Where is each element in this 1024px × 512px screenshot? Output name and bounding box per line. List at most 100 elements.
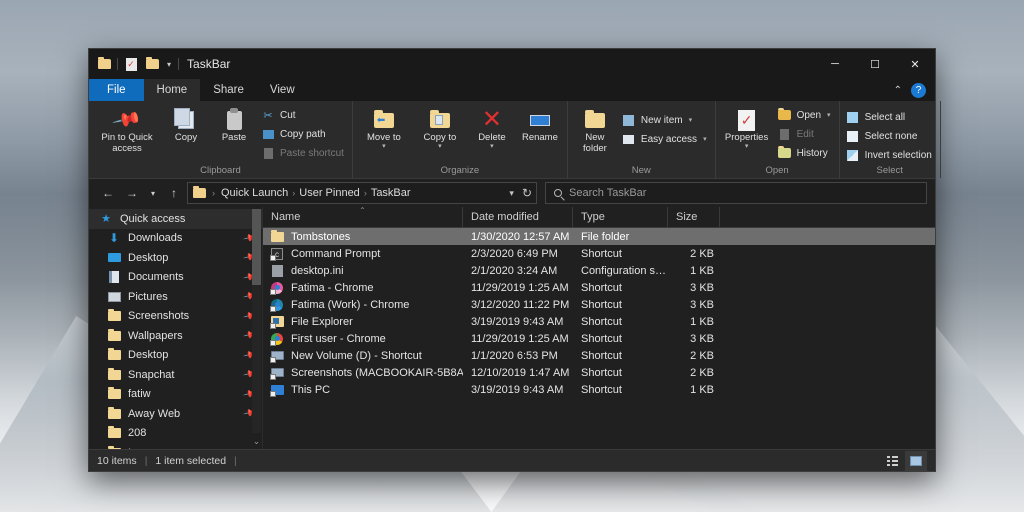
column-header-name[interactable]: ⌃ Name <box>263 207 463 227</box>
quick-access-toolbar[interactable]: ▾ <box>96 56 179 72</box>
chevron-down-icon[interactable]: ▾ <box>490 144 494 150</box>
table-row[interactable]: Fatima (Work) - Chrome 3/12/2020 11:22 P… <box>263 296 935 313</box>
forward-button[interactable]: → <box>121 182 143 204</box>
recent-locations-button[interactable]: ▾ <box>145 182 161 204</box>
chevron-down-icon[interactable]: ▾ <box>382 144 386 150</box>
sidebar-scrollbar[interactable] <box>252 209 261 433</box>
sidebar-item-snapchat[interactable]: Snapchat 📌 <box>89 365 262 385</box>
close-button[interactable]: ✕ <box>895 49 935 79</box>
scrollbar-thumb[interactable] <box>252 209 261 285</box>
sidebar-item-documents[interactable]: Documents 📌 <box>89 268 262 288</box>
file-name: desktop.ini <box>291 265 344 277</box>
select-none-button[interactable]: Select none <box>844 128 936 144</box>
rename-button[interactable]: Rename <box>517 104 563 147</box>
tab-home[interactable]: Home <box>144 79 201 101</box>
folder-icon[interactable] <box>96 56 112 72</box>
column-header-size[interactable]: Size <box>668 207 720 227</box>
properties-icon[interactable] <box>123 56 139 72</box>
refresh-icon[interactable]: ↻ <box>522 186 532 200</box>
copy-to-button[interactable]: Copy to ▾ <box>413 104 467 153</box>
tab-file[interactable]: File <box>89 79 144 101</box>
collapse-ribbon-icon[interactable]: ⌃ <box>894 85 902 96</box>
chevron-down-icon[interactable]: ▾ <box>689 116 693 124</box>
chevron-down-icon[interactable]: ▾ <box>165 60 173 69</box>
column-header-date-modified[interactable]: Date modified <box>463 207 573 227</box>
select-none-icon <box>846 129 860 143</box>
paste-button[interactable]: Paste <box>211 104 257 147</box>
sidebar-item-quick-access[interactable]: ★ Quick access <box>89 209 262 229</box>
new-folder-button[interactable]: New folder <box>572 104 618 157</box>
chevron-down-icon[interactable]: ▾ <box>438 144 442 150</box>
file-name-cell: desktop.ini <box>263 264 463 278</box>
breadcrumb-item-quick-launch[interactable]: Quick Launch <box>221 187 288 199</box>
status-bar: 10 items | 1 item selected | <box>89 449 935 471</box>
sidebar-item-desktop-2[interactable]: Desktop 📌 <box>89 346 262 366</box>
scroll-down-icon[interactable]: ⌄ <box>251 434 262 449</box>
title-bar[interactable]: ▾ TaskBar ─ ☐ ✕ <box>89 49 935 79</box>
move-to-button[interactable]: ⬅ Move to ▾ <box>357 104 411 153</box>
paste-shortcut-button[interactable]: Paste shortcut <box>259 145 348 161</box>
breadcrumb-item-taskbar[interactable]: TaskBar <box>371 187 411 199</box>
tab-view[interactable]: View <box>257 79 308 101</box>
history-button[interactable]: History <box>776 145 835 161</box>
table-row[interactable]: Fatima - Chrome 11/29/2019 1:25 AM Short… <box>263 279 935 296</box>
file-name: Tombstones <box>291 231 350 243</box>
invert-selection-button[interactable]: Invert selection <box>844 147 936 163</box>
sidebar-item-desktop[interactable]: Desktop 📌 <box>89 248 262 268</box>
chevron-down-icon[interactable]: ▾ <box>509 188 514 199</box>
search-input[interactable]: Search TaskBar <box>545 182 927 204</box>
table-row[interactable]: desktop.ini 2/1/2020 3:24 AM Configurati… <box>263 262 935 279</box>
easy-access-button[interactable]: Easy access ▾ <box>620 131 711 147</box>
table-row[interactable]: New Volume (D) - Shortcut 1/1/2020 6:53 … <box>263 347 935 364</box>
table-row[interactable]: This PC 3/19/2019 9:43 AM Shortcut 1 KB <box>263 381 935 398</box>
chevron-down-icon[interactable]: ▾ <box>827 111 831 119</box>
sidebar-item-label: Wallpapers <box>128 330 183 342</box>
properties-button[interactable]: ✓ Properties ▾ <box>720 104 774 153</box>
sidebar-item-wallpapers[interactable]: Wallpapers 📌 <box>89 326 262 346</box>
new-item-button[interactable]: New item ▾ <box>620 112 711 128</box>
table-row[interactable]: Screenshots (MACBOOKAIR-5B8AMacUs... 12/… <box>263 364 935 381</box>
file-date: 2/1/2020 3:24 AM <box>463 265 573 277</box>
sidebar-item-label: Snapchat <box>128 369 174 381</box>
sidebar-item-label: Images <box>128 447 164 449</box>
back-button[interactable]: ← <box>97 182 119 204</box>
copy-button[interactable]: Copy <box>163 104 209 147</box>
tab-share[interactable]: Share <box>200 79 257 101</box>
details-view-button[interactable] <box>881 451 903 471</box>
file-name-cell: File Explorer <box>263 315 463 329</box>
this-pc-icon <box>270 383 284 397</box>
maximize-button[interactable]: ☐ <box>855 49 895 79</box>
help-icon[interactable]: ? <box>911 83 926 98</box>
chevron-down-icon[interactable]: ▾ <box>745 144 749 150</box>
sidebar-item-208[interactable]: 208 <box>89 424 262 444</box>
delete-button[interactable]: ✕ Delete ▾ <box>469 104 515 153</box>
table-row[interactable]: File Explorer 3/19/2019 9:43 AM Shortcut… <box>263 313 935 330</box>
select-all-button[interactable]: Select all <box>844 109 936 125</box>
copy-path-button[interactable]: Copy path <box>259 126 348 142</box>
large-icons-view-button[interactable] <box>905 451 927 471</box>
sidebar-item-screenshots[interactable]: Screenshots 📌 <box>89 307 262 327</box>
address-bar[interactable]: › Quick Launch › User Pinned › TaskBar ▾… <box>187 182 537 204</box>
breadcrumb-item-user-pinned[interactable]: User Pinned <box>299 187 360 199</box>
sidebar-item-fatiw[interactable]: fatiw 📌 <box>89 385 262 405</box>
chevron-down-icon[interactable]: ▾ <box>703 135 707 143</box>
sidebar-item-downloads[interactable]: ⬇ Downloads 📌 <box>89 229 262 249</box>
open-button[interactable]: Open ▾ <box>776 107 835 123</box>
navigation-list: ★ Quick access ⬇ Downloads 📌 Desktop 📌 D… <box>89 207 262 449</box>
table-row[interactable]: Tombstones 1/30/2020 12:57 AM File folde… <box>263 228 935 245</box>
sidebar-item-away-web[interactable]: Away Web 📌 <box>89 404 262 424</box>
ribbon-tabs: File Home Share View ⌃ ? <box>89 79 935 101</box>
group-label-clipboard: Clipboard <box>93 165 348 178</box>
pin-to-quick-access-button[interactable]: 📌 Pin to Quick access <box>93 104 161 157</box>
column-header-type[interactable]: Type <box>573 207 668 227</box>
minimize-button[interactable]: ─ <box>815 49 855 79</box>
sidebar-item-pictures[interactable]: Pictures 📌 <box>89 287 262 307</box>
sidebar-item-images[interactable]: Images <box>89 443 262 449</box>
table-row[interactable]: Command Prompt 2/3/2020 6:49 PM Shortcut… <box>263 245 935 262</box>
table-row[interactable]: First user - Chrome 11/29/2019 1:25 AM S… <box>263 330 935 347</box>
cut-button[interactable]: ✂ Cut <box>259 107 348 123</box>
new-folder-icon[interactable] <box>144 56 160 72</box>
file-type: Shortcut <box>573 384 668 396</box>
edit-button[interactable]: Edit <box>776 126 835 142</box>
up-button[interactable]: ↑ <box>163 182 185 204</box>
